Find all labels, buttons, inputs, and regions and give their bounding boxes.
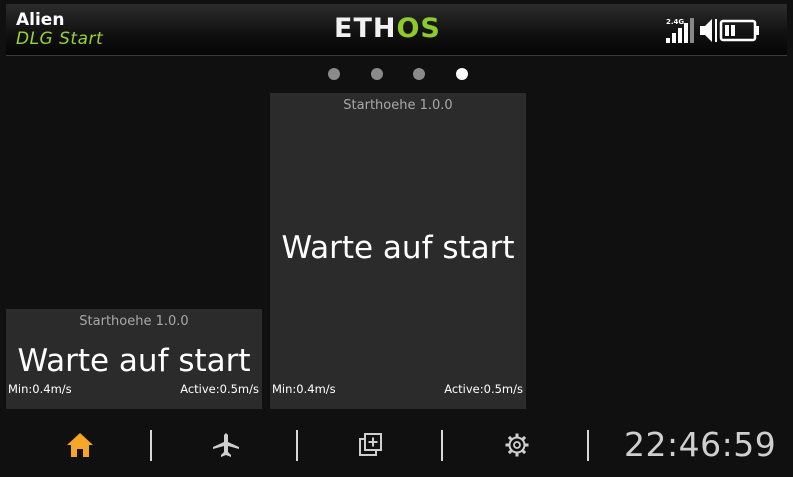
- widget-status-message: Warte auf start: [281, 230, 515, 266]
- widget-active-value: Active:0.5m/s: [180, 382, 259, 396]
- airplane-icon: [213, 433, 239, 457]
- page-dot-1[interactable]: [328, 68, 340, 80]
- page-dot-3[interactable]: [413, 68, 425, 80]
- layers-add-icon: [359, 433, 382, 456]
- top-bar: Alien DLG Start ETHOS 2.4G: [6, 4, 787, 56]
- system-settings-button[interactable]: [492, 425, 542, 465]
- widget-min-value: Min:0.4m/s: [272, 382, 336, 396]
- page-dot-2[interactable]: [371, 68, 383, 80]
- logo-text-eth: ETH: [334, 13, 397, 44]
- separator: [441, 430, 443, 461]
- display-setup-button[interactable]: [346, 425, 396, 465]
- home-icon: [67, 433, 93, 457]
- separator: [587, 430, 589, 461]
- starthoehe-widget-small[interactable]: Starthoehe 1.0.0 Warte auf start Min:0.4…: [6, 309, 262, 409]
- status-icons[interactable]: 2.4G: [665, 15, 777, 45]
- widget-min-value: Min:0.4m/s: [8, 382, 72, 396]
- widget-active-value: Active:0.5m/s: [444, 382, 523, 396]
- signal-icon: 2.4G: [666, 18, 694, 43]
- separator: [150, 430, 152, 461]
- band-label: 2.4G: [666, 18, 684, 26]
- separator: [296, 430, 298, 461]
- clock: 22:46:59: [624, 425, 777, 464]
- bottom-nav-bar: 22:46:59: [0, 415, 793, 477]
- model-name[interactable]: Alien: [16, 10, 64, 30]
- logo-text-os: OS: [396, 13, 441, 44]
- starthoehe-widget-large[interactable]: Starthoehe 1.0.0 Warte auf start Min:0.4…: [270, 93, 526, 409]
- widget-title: Starthoehe 1.0.0: [79, 314, 189, 329]
- battery-icon: [719, 19, 759, 42]
- model-setup-button[interactable]: [201, 425, 251, 465]
- gear-icon: [505, 433, 529, 457]
- widget-title: Starthoehe 1.0.0: [343, 98, 453, 113]
- page-indicator[interactable]: [322, 67, 482, 81]
- home-button[interactable]: [55, 425, 105, 465]
- page-dot-4-active[interactable]: [456, 68, 468, 80]
- speaker-icon: [700, 19, 717, 42]
- ethos-logo: ETHOS: [334, 15, 441, 42]
- widget-status-message: Warte auf start: [17, 343, 251, 379]
- model-subtitle: DLG Start: [16, 29, 104, 49]
